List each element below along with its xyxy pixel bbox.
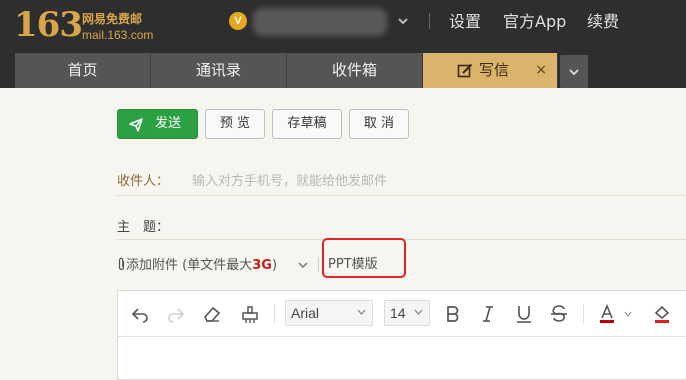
attach-note-suffix: ) <box>271 258 278 273</box>
tab-compose[interactable]: 写信 × <box>423 53 558 88</box>
compose-icon <box>457 63 473 78</box>
preview-button[interactable]: 预 览 <box>205 109 265 139</box>
tab-contacts-label: 通讯录 <box>195 61 241 79</box>
tab-compose-label: 写信 <box>479 61 510 79</box>
cancel-button[interactable]: 取 消 <box>349 109 409 139</box>
add-attachment-link[interactable]: 添加附件 (单文件最大3G) <box>117 257 277 274</box>
bold-icon[interactable] <box>443 304 463 324</box>
save-draft-button[interactable]: 存草稿 <box>272 109 342 139</box>
font-family-select[interactable]: Arial <box>285 300 373 326</box>
tab-more-button[interactable] <box>560 55 588 88</box>
settings-link[interactable]: 设置 <box>449 11 481 33</box>
rich-text-editor[interactable]: Arial 14 <box>117 290 686 380</box>
logo-name: 网易免费邮 <box>82 12 143 26</box>
paperclip-icon <box>118 257 125 271</box>
chevron-down-icon[interactable] <box>298 261 308 269</box>
format-painter-icon[interactable] <box>240 304 260 324</box>
recipient-input[interactable]: 输入对方手机号，就能给他发邮件 <box>192 170 387 189</box>
underline-icon[interactable] <box>514 304 534 324</box>
tab-inbox[interactable]: 收件箱 <box>287 53 423 88</box>
subject-input[interactable] <box>180 210 680 236</box>
font-color-icon[interactable] <box>597 304 617 324</box>
top-header: 163 网易免费邮 mail.163.com V 设置 官方App 续费 首页 … <box>0 0 686 88</box>
official-app-link[interactable]: 官方App <box>503 11 566 33</box>
close-icon[interactable]: × <box>535 53 547 88</box>
send-label: 发送 <box>155 116 182 131</box>
editor-toolbar: Arial 14 <box>118 291 686 337</box>
send-icon <box>129 118 143 132</box>
vip-badge-icon[interactable]: V <box>229 12 247 30</box>
recipient-divider <box>117 195 686 196</box>
chevron-down-icon <box>357 309 366 315</box>
chevron-down-icon <box>569 69 579 76</box>
toolbar-divider <box>274 304 275 324</box>
strikethrough-icon[interactable] <box>549 304 569 324</box>
account-name-blurred[interactable] <box>253 8 387 36</box>
eraser-icon[interactable] <box>202 304 222 324</box>
font-size-value: 14 <box>390 305 406 321</box>
send-button[interactable]: 发送 <box>117 109 198 139</box>
chevron-down-icon[interactable] <box>624 311 632 317</box>
recipient-label: 收件人： <box>117 174 170 189</box>
highlight-color-icon[interactable] <box>652 304 672 324</box>
renew-link[interactable]: 续费 <box>587 11 619 33</box>
attach-label: 添加附件 <box>126 258 179 273</box>
redo-icon[interactable] <box>166 304 186 324</box>
chevron-down-icon[interactable] <box>396 14 410 28</box>
toolbar-divider <box>583 304 584 324</box>
chevron-down-icon <box>414 309 423 315</box>
undo-icon[interactable] <box>130 304 150 324</box>
header-divider <box>429 13 430 29</box>
logo-domain: mail.163.com <box>82 28 154 42</box>
attach-divider <box>318 257 319 272</box>
font-size-select[interactable]: 14 <box>384 300 430 326</box>
attach-size-limit: 3G <box>252 258 272 273</box>
tab-home[interactable]: 首页 <box>15 53 151 88</box>
tab-inbox-label: 收件箱 <box>331 61 377 79</box>
annotation-highlight-box <box>322 238 406 278</box>
subject-label: 主 题： <box>117 220 170 235</box>
font-family-value: Arial <box>291 305 320 321</box>
italic-icon[interactable] <box>478 304 498 324</box>
tab-contacts[interactable]: 通讯录 <box>151 53 287 88</box>
logo-number: 163 <box>14 5 83 45</box>
tab-home-label: 首页 <box>67 61 98 79</box>
attach-note-prefix: (单文件最大 <box>182 258 253 273</box>
